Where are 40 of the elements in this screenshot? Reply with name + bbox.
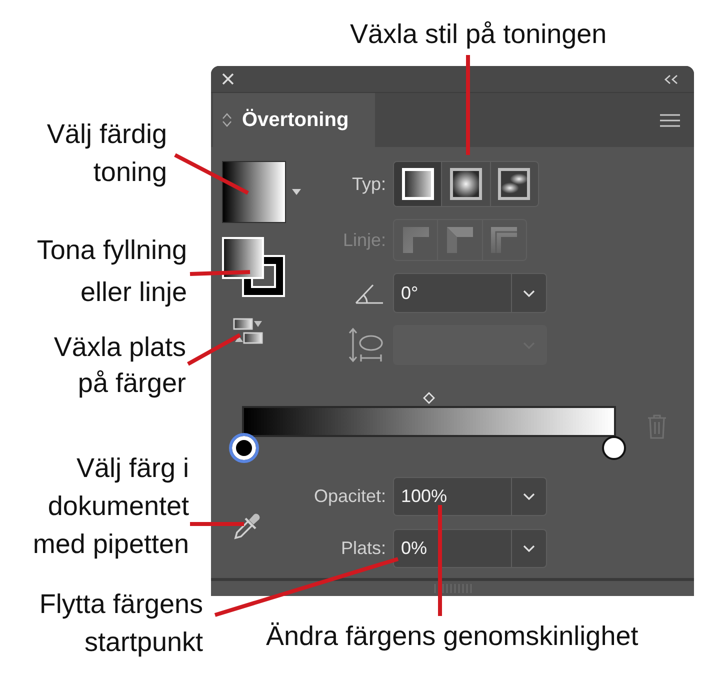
callout-label: Tona fyllning eller linje	[36, 234, 187, 309]
chevron-icon	[523, 545, 535, 552]
angle-field[interactable]: 0°	[393, 273, 511, 313]
callout-label: Växla plats på färger	[54, 331, 186, 400]
fill-stroke-icon[interactable]	[222, 237, 285, 297]
leader-line	[190, 270, 250, 276]
color-stop-handle[interactable]	[229, 433, 259, 463]
gradient-swatch[interactable]	[222, 161, 286, 223]
aspect-ratio-icon	[348, 327, 384, 363]
stroke-corner-icon	[489, 225, 520, 255]
freeform-gradient-icon	[498, 168, 530, 200]
opacity-field[interactable]: 100%	[393, 477, 511, 516]
callout-label: Välj färdig toning	[46, 118, 167, 189]
callout-label: Ändra färgens genomskinlighet	[266, 620, 638, 653]
callout-label: Flytta färgens startpunkt	[39, 588, 203, 659]
callout-label: Välj färg i dokumentet med pipetten	[32, 452, 189, 561]
collapse-icon[interactable]	[664, 74, 678, 84]
close-icon[interactable]	[222, 73, 234, 85]
expand-collapse-icon[interactable]	[222, 112, 232, 128]
gradient-type-button[interactable]	[394, 162, 442, 206]
panel-tab[interactable]: Övertoning	[213, 93, 375, 147]
leader-line	[190, 522, 244, 526]
color-stop-handle[interactable]	[602, 436, 626, 460]
caret-icon[interactable]	[292, 189, 301, 195]
chevron-icon	[523, 493, 535, 500]
chevron-icon	[523, 290, 535, 296]
type-label: Typ:	[352, 174, 386, 194]
location-label: Plats:	[340, 538, 386, 559]
swap-icon[interactable]	[233, 318, 263, 345]
linear-gradient-icon	[402, 168, 434, 200]
callout-label: Växla stil på toningen	[350, 18, 607, 51]
stroke-corner-icon	[400, 225, 431, 255]
menu-icon[interactable]	[660, 114, 680, 126]
midpoint-diamond-icon[interactable]	[423, 392, 435, 404]
stroke-corner-icon	[444, 225, 475, 255]
location-field[interactable]: 0%	[393, 529, 511, 568]
radial-gradient-icon	[450, 168, 482, 200]
leader-line	[187, 333, 241, 366]
opacity-label: Opacitet:	[314, 486, 386, 507]
resize-grip-icon[interactable]	[434, 584, 472, 593]
